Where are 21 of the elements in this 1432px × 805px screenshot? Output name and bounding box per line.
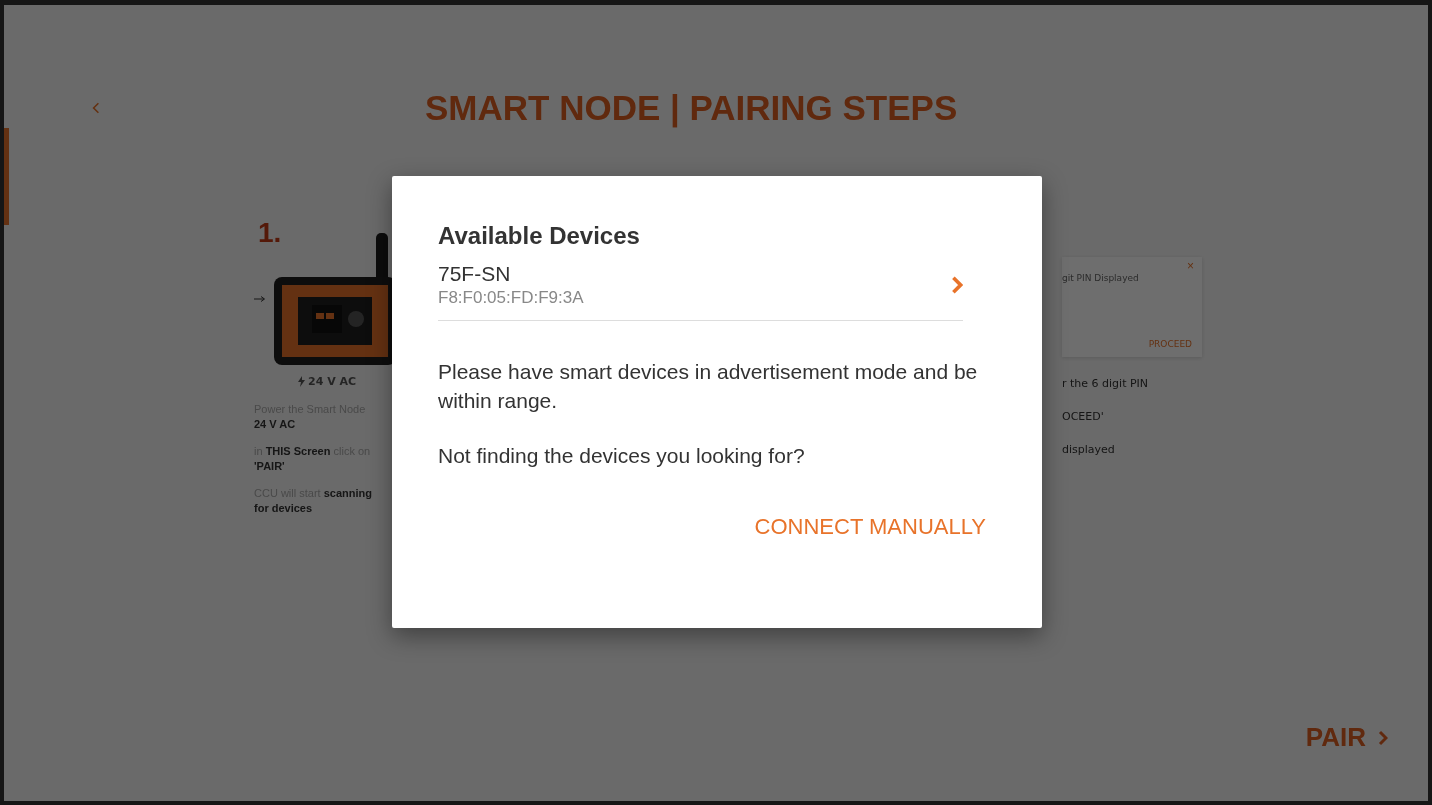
pair-button[interactable]: PAIR (1305, 722, 1388, 753)
close-button[interactable]: × (1187, 259, 1194, 273)
chevron-right-icon (1378, 728, 1388, 747)
dialog-message: Not finding the devices you looking for? (438, 443, 806, 469)
instruction-text: r the 6 digit PIN (1062, 377, 1150, 390)
chevron-right-icon (951, 275, 963, 295)
arrow-icon (254, 296, 266, 302)
page-title: SMART NODE | PAIRING STEPS (425, 88, 958, 128)
dialog-message: Please have smart devices in advertisement mode and be within range. (438, 359, 979, 414)
back-chevron-icon (92, 101, 100, 115)
instruction-text: displayed (1062, 443, 1116, 456)
instruction-text: OCEED' (1062, 410, 1105, 423)
connect-manually-button[interactable]: CONNECT MANUALLY (754, 510, 986, 544)
card-text: git PIN Displayed (1062, 273, 1140, 283)
dialog-title: Available Devices (438, 222, 641, 250)
device-list-item[interactable]: 75F-SN F8:F0:05:FD:F9:3A (438, 262, 963, 321)
bolt-icon (298, 376, 305, 387)
device-name: 75F-SN (438, 262, 512, 286)
device-address: F8:F0:05:FD:F9:3A (438, 288, 585, 308)
proceed-button[interactable]: PROCEED (1148, 339, 1192, 349)
power-label: 24 V AC (308, 375, 357, 388)
